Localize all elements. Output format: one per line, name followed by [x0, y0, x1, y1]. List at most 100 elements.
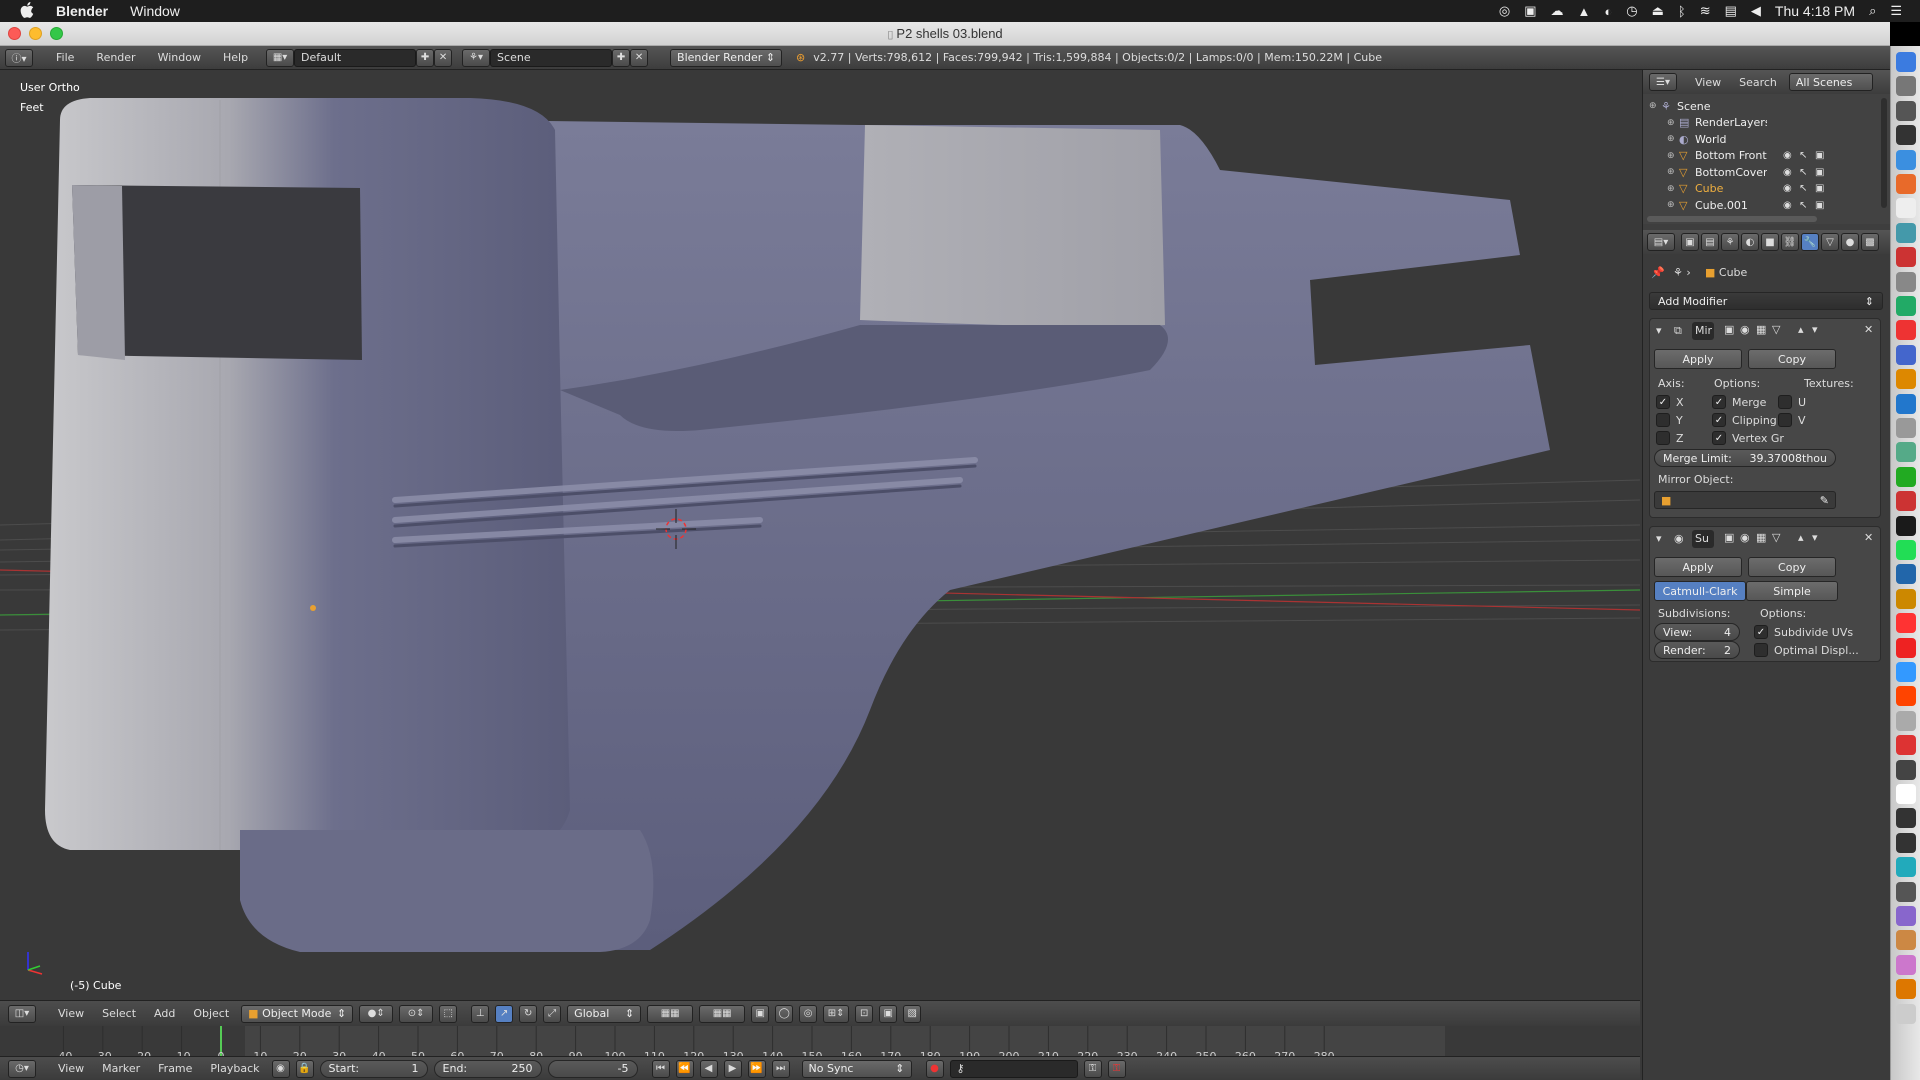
volume-icon[interactable]: ◀ — [1751, 3, 1761, 19]
menu-help[interactable]: Help — [217, 49, 254, 67]
outliner-menu-view[interactable]: View — [1689, 73, 1727, 91]
restrict-render-icon[interactable]: ▣ — [1815, 200, 1824, 211]
lock-range-icon[interactable]: 🔒 — [295, 1059, 314, 1078]
subsurf-view-toggle-icon[interactable]: ◉ — [1740, 531, 1750, 544]
tl-menu-frame[interactable]: Frame — [152, 1060, 198, 1078]
restrict-select-icon[interactable]: ↖ — [1799, 167, 1807, 178]
mirror-name-field[interactable]: Mir — [1692, 322, 1714, 340]
dock-app-icon[interactable] — [1896, 784, 1916, 804]
outliner-item[interactable]: ⊕ ⚘ Scene — [1643, 98, 1875, 114]
subsurf-remove-icon[interactable]: ✕ — [1864, 531, 1873, 544]
outliner-item[interactable]: ⊕ ▽ BottomCover ◉ ↖ ▣ — [1643, 164, 1875, 180]
subdivide-uvs-checkbox[interactable]: ✓ — [1754, 625, 1768, 639]
menu-window[interactable]: Window — [152, 49, 207, 67]
menu-render[interactable]: Render — [90, 49, 141, 67]
editor-type-timeline-icon[interactable]: ◷▾ — [8, 1059, 36, 1078]
outliner-item[interactable]: ⊕ ▽ Cube ◉ ↖ ▣ — [1643, 181, 1875, 197]
expand-toggle-icon[interactable]: ⊕ — [1667, 134, 1679, 144]
dock-app-icon[interactable] — [1896, 686, 1916, 707]
material-tab-icon[interactable]: ● — [1841, 233, 1859, 251]
outliner-item[interactable]: ⊕ ▽ Cube.001 ◉ ↖ ▣ — [1643, 197, 1875, 213]
render-still-icon[interactable]: ▧ — [903, 1004, 922, 1023]
dock-app-icon[interactable] — [1896, 857, 1916, 878]
outliner-menu-search[interactable]: Search — [1733, 73, 1783, 91]
vp-menu-select[interactable]: Select — [96, 1005, 142, 1023]
option-clipping-checkbox[interactable]: ✓ — [1712, 413, 1726, 427]
dock-app-icon[interactable] — [1896, 466, 1916, 487]
collapse-mirror-icon[interactable]: ▾ — [1656, 324, 1662, 337]
dock-app-icon[interactable] — [1896, 735, 1916, 756]
expand-toggle-icon[interactable]: ⊕ — [1667, 167, 1679, 177]
play-icon[interactable]: ▶ — [723, 1059, 742, 1078]
layers-grid-1-icon[interactable]: ▦▦ — [647, 1004, 694, 1023]
dock-app-icon[interactable] — [1896, 344, 1916, 365]
render-tab-icon[interactable]: ▣ — [1681, 233, 1699, 251]
editor-type-properties-icon[interactable]: ▤▾ — [1647, 233, 1675, 251]
expand-toggle-icon[interactable]: ⊕ — [1667, 118, 1679, 128]
tl-menu-marker[interactable]: Marker — [96, 1060, 146, 1078]
restrict-view-icon[interactable]: ◉ — [1783, 183, 1792, 194]
delete-keyframe-icon[interactable]: ⚿ — [1107, 1059, 1126, 1078]
remove-scene-icon[interactable]: ✕ — [630, 48, 649, 67]
vp-menu-object[interactable]: Object — [187, 1005, 235, 1023]
outliner[interactable]: ⊕ ⚘ Scene ⊕ ▤ RenderLayers ⊕ ◐ World ⊕ ▽ Bottom Fro… — [1643, 94, 1891, 224]
dock-app-icon[interactable] — [1896, 418, 1916, 438]
rotate-manipulator-icon[interactable]: ↻ — [519, 1004, 538, 1023]
outliner-h-scrollbar[interactable] — [1647, 216, 1817, 222]
dock-app-icon[interactable] — [1896, 76, 1916, 97]
tab-simple[interactable]: Simple — [1746, 581, 1838, 601]
restrict-render-icon[interactable]: ▣ — [1815, 167, 1824, 178]
tl-menu-playback[interactable]: Playback — [204, 1060, 265, 1078]
dock-app-icon[interactable] — [1896, 613, 1916, 634]
insert-keyframe-icon[interactable]: ⚿ — [1083, 1059, 1102, 1078]
outliner-item[interactable]: ⊕ ▽ Bottom Front ◉ ↖ ▣ — [1643, 148, 1875, 164]
render-layers-tab-icon[interactable]: ▤ — [1701, 233, 1719, 251]
preview-range-icon[interactable]: ◉ — [271, 1059, 290, 1078]
limit-selection-icon[interactable]: ⬚ — [439, 1004, 458, 1023]
restrict-select-icon[interactable]: ↖ — [1799, 200, 1807, 211]
orientation-select[interactable]: Global ⇕ — [567, 1004, 642, 1023]
restrict-view-icon[interactable]: ◉ — [1783, 200, 1792, 211]
subsurf-move-up-icon[interactable]: ▴ — [1798, 531, 1804, 544]
subsurf-copy-button[interactable]: Copy — [1748, 557, 1836, 577]
dock-app-icon[interactable] — [1896, 588, 1916, 609]
restrict-select-icon[interactable]: ↖ — [1799, 150, 1807, 161]
optimal-display-checkbox[interactable] — [1754, 643, 1768, 657]
dock-app-icon[interactable] — [1896, 564, 1916, 585]
modifiers-tab-icon[interactable]: 🔧 — [1801, 233, 1819, 251]
axis-x-checkbox[interactable]: ✓ — [1656, 395, 1670, 409]
mirror-apply-button[interactable]: Apply — [1654, 349, 1742, 369]
subsurf-cage-toggle-icon[interactable]: ▽ — [1772, 531, 1780, 544]
remove-layout-icon[interactable]: ✕ — [434, 48, 453, 67]
tl-menu-view[interactable]: View — [52, 1060, 90, 1078]
collapse-subsurf-icon[interactable]: ▾ — [1656, 532, 1662, 545]
vp-menu-add[interactable]: Add — [148, 1005, 181, 1023]
layers-grid-2-icon[interactable]: ▦▦ — [699, 1004, 746, 1023]
jump-start-icon[interactable]: ⏮ — [651, 1059, 670, 1078]
subsurf-move-down-icon[interactable]: ▾ — [1812, 531, 1818, 544]
dock-app-icon[interactable] — [1896, 222, 1916, 243]
dock-app-icon[interactable] — [1896, 662, 1916, 682]
render-levels-field[interactable]: Render: 2 — [1654, 641, 1740, 659]
dock-app-icon[interactable] — [1896, 491, 1916, 512]
dock-app-icon[interactable] — [1896, 954, 1916, 975]
3d-viewport[interactable]: User Ortho Feet (-5) Cube — [0, 70, 1640, 1000]
cloud-icon[interactable]: ☁ — [1551, 3, 1564, 19]
scene-field[interactable]: Scene — [490, 48, 613, 67]
option-vertex-gr-checkbox[interactable]: ✓ — [1712, 431, 1726, 445]
object-tab-icon[interactable]: ■ — [1761, 233, 1779, 251]
menubar-clock[interactable]: Thu 4:18 PM — [1775, 3, 1855, 19]
scale-manipulator-icon[interactable]: ⤢ — [543, 1004, 562, 1023]
drive-icon[interactable]: ▲ — [1578, 4, 1591, 19]
texture-tab-icon[interactable]: ▩ — [1861, 233, 1879, 251]
dock-app-icon[interactable] — [1896, 540, 1916, 560]
scene-tab-icon[interactable]: ⚘ — [1721, 233, 1739, 251]
pivot-point-icon[interactable]: ⊙⇕ — [399, 1004, 434, 1023]
subsurf-apply-button[interactable]: Apply — [1654, 557, 1742, 577]
vp-menu-view[interactable]: View — [52, 1005, 90, 1023]
outliner-item[interactable]: ⊕ ◐ World — [1643, 131, 1875, 147]
dock-app-icon[interactable] — [1896, 759, 1916, 780]
axis-y-checkbox[interactable] — [1656, 413, 1670, 427]
dock-app-icon[interactable] — [1896, 442, 1916, 463]
start-frame-field[interactable]: Start: 1 — [319, 1059, 428, 1078]
